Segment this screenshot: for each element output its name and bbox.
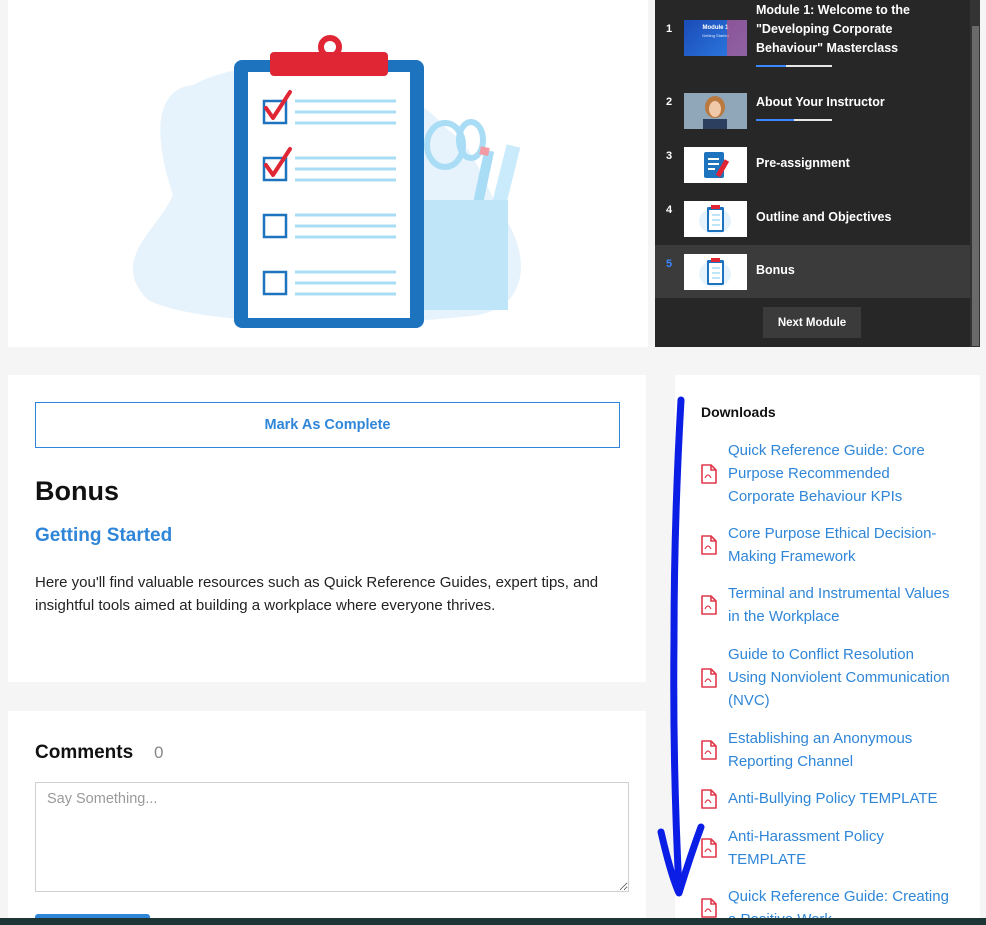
playlist-item-title: About Your Instructor	[756, 95, 885, 109]
downloads-heading: Downloads	[701, 404, 776, 420]
playlist-item-number: 2	[666, 96, 673, 108]
comments-card: Comments 0	[8, 711, 646, 925]
mark-complete-button[interactable]: Mark As Complete	[35, 402, 620, 448]
comment-input[interactable]	[35, 782, 629, 892]
instructor-photo	[684, 93, 747, 129]
clipboard-checklist-illustration	[132, 35, 521, 328]
pdf-file-icon	[701, 740, 717, 760]
downloads-card: Downloads Quick Reference Guide: Core Pu…	[675, 375, 980, 925]
pdf-file-icon	[701, 668, 717, 688]
playlist-item-title: Outline and Objectives	[756, 210, 892, 224]
playlist-progress-bar	[756, 65, 832, 67]
clipboard-icon	[699, 205, 731, 234]
lesson-hero-image	[8, 0, 648, 347]
playlist-item-4[interactable]: 4 Outline and Objectives	[655, 199, 970, 239]
download-link[interactable]: Anti-Bullying Policy TEMPLATE	[728, 787, 956, 810]
bottom-edge-strip	[0, 918, 986, 925]
playlist-thumbnail: Module 1 Getting Started	[684, 20, 747, 56]
pdf-file-icon	[701, 789, 717, 809]
playlist-item-number: 3	[666, 150, 673, 162]
playlist-thumbnail	[684, 201, 747, 237]
playlist-item-title: Pre-assignment	[756, 156, 850, 170]
playlist-thumbnail	[684, 93, 747, 129]
download-link[interactable]: Terminal and Instrumental Values in the …	[728, 582, 956, 628]
comments-heading: Comments	[35, 742, 134, 763]
next-module-button[interactable]: Next Module	[763, 307, 861, 338]
pdf-file-icon	[701, 838, 717, 858]
playlist-scrollbar[interactable]	[970, 0, 980, 347]
playlist-item-title: Bonus	[756, 263, 795, 277]
playlist-thumbnail	[684, 254, 747, 290]
pdf-file-icon	[701, 595, 717, 615]
playlist-item-number: 1	[666, 23, 673, 35]
download-link[interactable]: Guide to Conflict Resolution Using Nonvi…	[728, 643, 956, 712]
playlist-item-number: 5	[666, 258, 673, 270]
pdf-file-icon	[701, 535, 717, 555]
lesson-content-card: Mark As Complete Bonus Getting Started H…	[8, 375, 646, 682]
lesson-description: Here you'll find valuable resources such…	[35, 574, 599, 614]
download-link[interactable]: Anti-Harassment Policy TEMPLATE	[728, 825, 956, 871]
playlist-item-1[interactable]: 1 Module 1 Getting Started Module 1: Wel…	[655, 0, 970, 72]
download-link[interactable]: Quick Reference Guide: Core Purpose Reco…	[728, 439, 956, 508]
lesson-title: Bonus	[35, 476, 119, 506]
pdf-file-icon	[701, 464, 717, 484]
playlist-item-5[interactable]: 5 Bonus	[655, 245, 970, 298]
comments-count: 0	[154, 743, 164, 762]
lesson-playlist: 1 Module 1 Getting Started Module 1: Wel…	[655, 0, 980, 347]
clipboard-icon	[699, 258, 731, 287]
playlist-scrollbar-thumb[interactable]	[972, 26, 979, 346]
download-link[interactable]: Core Purpose Ethical Decision-Making Fra…	[728, 522, 956, 568]
clipboard	[234, 35, 424, 328]
playlist-item-3[interactable]: 3 Pre-assignment	[655, 145, 970, 185]
playlist-item-title: Module 1: Welcome to the "Developing Cor…	[756, 3, 910, 55]
playlist-item-number: 4	[666, 204, 673, 216]
playlist-progress-bar	[756, 119, 832, 121]
document-pen-icon	[704, 152, 730, 178]
playlist-item-2[interactable]: 2 About Your Instructor	[655, 88, 970, 136]
lesson-subtitle: Getting Started	[35, 525, 173, 546]
playlist-thumbnail	[684, 147, 747, 183]
pdf-file-icon	[701, 898, 717, 918]
download-link[interactable]: Establishing an Anonymous Reporting Chan…	[728, 727, 956, 773]
